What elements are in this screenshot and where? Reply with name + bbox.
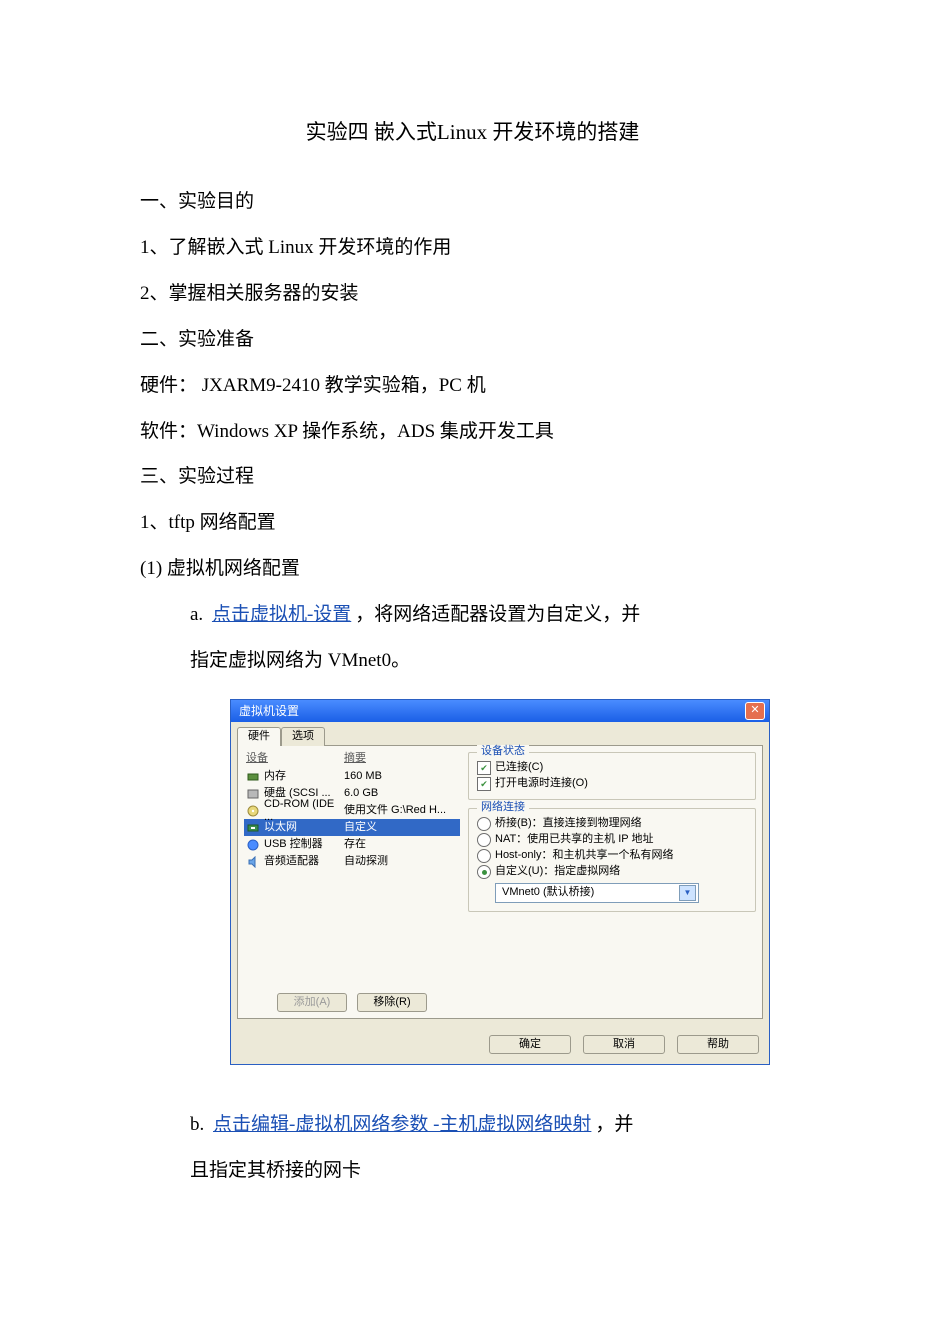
close-icon[interactable]: ✕ — [745, 702, 765, 720]
checkbox-connect-on-power[interactable]: ✔ — [477, 777, 491, 791]
add-device-button[interactable]: 添加(A) — [277, 993, 347, 1012]
device-row-cdrom[interactable]: CD-ROM (IDE ... 使用文件 G:\Red H... — [244, 802, 460, 819]
radio-custom-label: 自定义(U)：指定虚拟网络 — [495, 865, 620, 878]
radio-bridged[interactable] — [477, 817, 491, 831]
device-list: 设备 摘要 内存 160 MB 硬盘 (SCSI ... 6.0 GB — [244, 752, 460, 1012]
ethernet-icon — [246, 822, 260, 834]
step-b-link[interactable]: 点击编辑-虚拟机网络参数 -主机虚拟网络映射 — [209, 1114, 595, 1135]
checkbox-power-label: 打开电源时连接(O) — [495, 777, 588, 790]
dialog-title: 虚拟机设置 — [239, 704, 299, 718]
device-summary: 存在 — [344, 838, 458, 851]
text-1-1: 1、了解嵌入式 Linux 开发环境的作用 — [140, 228, 805, 268]
step-a-suffix1: ，将网络适配器设置为自定义，并 — [355, 604, 640, 625]
vmnet-select[interactable]: VMnet0 (默认桥接) ▼ — [495, 883, 699, 903]
device-summary: 自动探测 — [344, 855, 458, 868]
group-device-status: 设备状态 ✔ 已连接(C) ✔ 打开电源时连接(O) — [468, 752, 756, 800]
device-summary: 160 MB — [344, 770, 458, 783]
step-a-line1: a. 点击虚拟机-设置，将网络适配器设置为自定义，并 — [140, 595, 805, 635]
doc-title: 实验四 嵌入式Linux 开发环境的搭建 — [140, 110, 805, 154]
radio-hostonly-label: Host-only：和主机共享一个私有网络 — [495, 849, 673, 862]
device-header-name: 设备 — [246, 752, 344, 765]
radio-bridged-label: 桥接(B)：直接连接到物理网络 — [495, 817, 642, 830]
audio-icon — [246, 856, 260, 868]
text-1-2: 2、掌握相关服务器的安装 — [140, 274, 805, 314]
step-a-link[interactable]: 点击虚拟机-设置 — [208, 604, 355, 625]
text-hw: 硬件： JXARM9-2410 教学实验箱，PC 机 — [140, 366, 805, 406]
group-network-connection: 网络连接 桥接(B)：直接连接到物理网络 NAT：使用已共享的主机 IP 地址 … — [468, 808, 756, 912]
device-name: 以太网 — [264, 821, 344, 834]
vmnet-select-value: VMnet0 (默认桥接) — [502, 886, 594, 899]
cdrom-icon — [246, 805, 260, 817]
tab-hardware[interactable]: 硬件 — [237, 727, 281, 746]
checkbox-connected[interactable]: ✔ — [477, 761, 491, 775]
radio-custom[interactable] — [477, 865, 491, 879]
heading-3: 三、实验过程 — [140, 457, 805, 497]
device-row-memory[interactable]: 内存 160 MB — [244, 768, 460, 785]
remove-device-button[interactable]: 移除(R) — [357, 993, 427, 1012]
help-button[interactable]: 帮助 — [677, 1035, 759, 1054]
vm-settings-dialog: 虚拟机设置 ✕ 硬件 选项 设备 摘要 内存 — [230, 699, 770, 1065]
step-b-prefix: b. — [190, 1114, 209, 1135]
radio-nat[interactable] — [477, 833, 491, 847]
radio-hostonly[interactable] — [477, 849, 491, 863]
ok-button[interactable]: 确定 — [489, 1035, 571, 1054]
step-a-line2: 指定虚拟网络为 VMnet0。 — [140, 641, 805, 681]
heading-2: 二、实验准备 — [140, 320, 805, 360]
cancel-button[interactable]: 取消 — [583, 1035, 665, 1054]
device-header-summary: 摘要 — [344, 752, 458, 765]
usb-icon — [246, 839, 260, 851]
step-b-line1: b. 点击编辑-虚拟机网络参数 -主机虚拟网络映射，并 — [140, 1105, 805, 1145]
memory-icon — [246, 771, 260, 783]
device-row-usb[interactable]: USB 控制器 存在 — [244, 836, 460, 853]
device-summary: 自定义 — [344, 821, 458, 834]
step-a-prefix: a. — [190, 604, 208, 625]
device-name: 音频适配器 — [264, 855, 344, 868]
group-title-network: 网络连接 — [477, 801, 529, 814]
heading-1: 一、实验目的 — [140, 182, 805, 222]
device-name: USB 控制器 — [264, 838, 344, 851]
chevron-down-icon: ▼ — [679, 885, 696, 901]
device-name: CD-ROM (IDE ... — [264, 798, 344, 824]
text-3-1-1: (1) 虚拟机网络配置 — [140, 549, 805, 589]
device-summary: 6.0 GB — [344, 787, 458, 800]
radio-nat-label: NAT：使用已共享的主机 IP 地址 — [495, 833, 654, 846]
tab-options[interactable]: 选项 — [281, 727, 325, 746]
checkbox-connected-label: 已连接(C) — [495, 761, 543, 774]
text-sw: 软件：Windows XP 操作系统，ADS 集成开发工具 — [140, 412, 805, 452]
text-3-1: 1、tftp 网络配置 — [140, 503, 805, 543]
disk-icon — [246, 788, 260, 800]
group-title-status: 设备状态 — [477, 745, 529, 758]
device-row-audio[interactable]: 音频适配器 自动探测 — [244, 853, 460, 870]
step-b-suffix1: ，并 — [595, 1114, 633, 1135]
device-row-ethernet[interactable]: 以太网 自定义 — [244, 819, 460, 836]
step-b-line2: 且指定其桥接的网卡 — [140, 1151, 805, 1191]
device-name: 内存 — [264, 770, 344, 783]
dialog-titlebar: 虚拟机设置 ✕ — [231, 700, 769, 722]
device-summary: 使用文件 G:\Red H... — [344, 804, 458, 817]
